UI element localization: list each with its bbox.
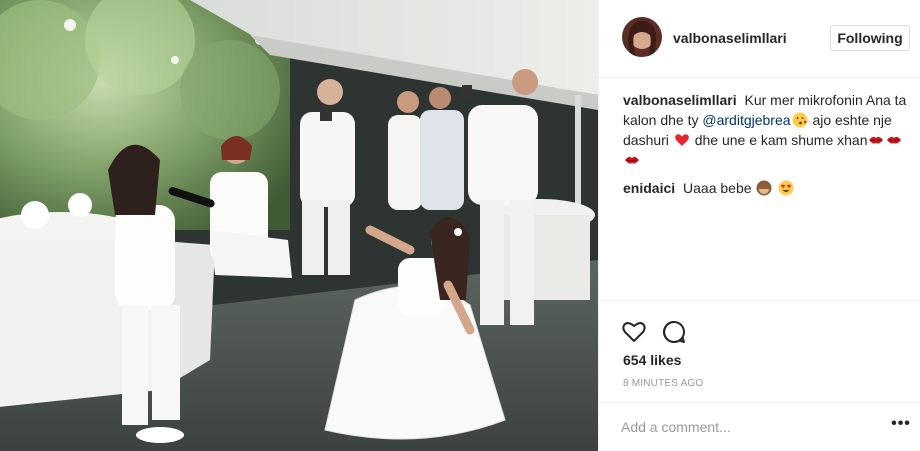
heart-eyes-emoji-icon	[778, 180, 794, 196]
party-scene-image	[0, 0, 598, 451]
caption: valbonaselimllari Kur mer mikrofonin Ana…	[623, 90, 911, 170]
see-no-evil-monkey-emoji-icon	[756, 180, 772, 196]
comment-text: Uaaa bebe	[683, 180, 752, 196]
post-photo[interactable]	[0, 0, 598, 451]
post-actions: 654 likes 8 MINUTES AGO •••	[599, 300, 920, 451]
comment-username[interactable]: enidaici	[623, 180, 675, 196]
profile-picture-icon	[622, 17, 662, 57]
post-header: valbonaselimllari Following	[599, 0, 920, 78]
avatar[interactable]	[622, 17, 662, 57]
post-side-panel: valbonaselimllari Following valbonaselim…	[598, 0, 920, 451]
likes-count[interactable]: 654 likes	[623, 352, 681, 368]
kiss-mark-emoji-icon	[887, 136, 902, 144]
kissing-face-emoji-icon	[792, 112, 808, 128]
caption-text-part-3: dhe une e kam shume xhan	[694, 132, 868, 148]
kiss-mark-emoji-icon	[869, 136, 884, 144]
heart-outline-icon[interactable]	[621, 319, 647, 345]
caption-username[interactable]: valbonaselimllari	[623, 92, 737, 108]
speech-bubble-icon[interactable]	[661, 319, 687, 345]
add-comment-bar: •••	[599, 402, 920, 451]
comments-list: valbonaselimllari Kur mer mikrofonin Ana…	[623, 90, 911, 206]
post-timestamp[interactable]: 8 MINUTES AGO	[623, 378, 703, 389]
instagram-post: valbonaselimllari Following valbonaselim…	[0, 0, 920, 451]
more-options-icon[interactable]: •••	[891, 416, 911, 435]
following-button[interactable]: Following	[830, 25, 910, 51]
mention-link[interactable]: @arditgjebrea	[702, 112, 790, 128]
comment-item: enidaici Uaaa bebe	[623, 178, 911, 198]
kiss-mark-emoji-icon	[625, 156, 639, 164]
comment-input[interactable]	[621, 417, 871, 437]
author-username[interactable]: valbonaselimllari	[673, 30, 787, 46]
red-heart-emoji-icon	[674, 134, 689, 146]
